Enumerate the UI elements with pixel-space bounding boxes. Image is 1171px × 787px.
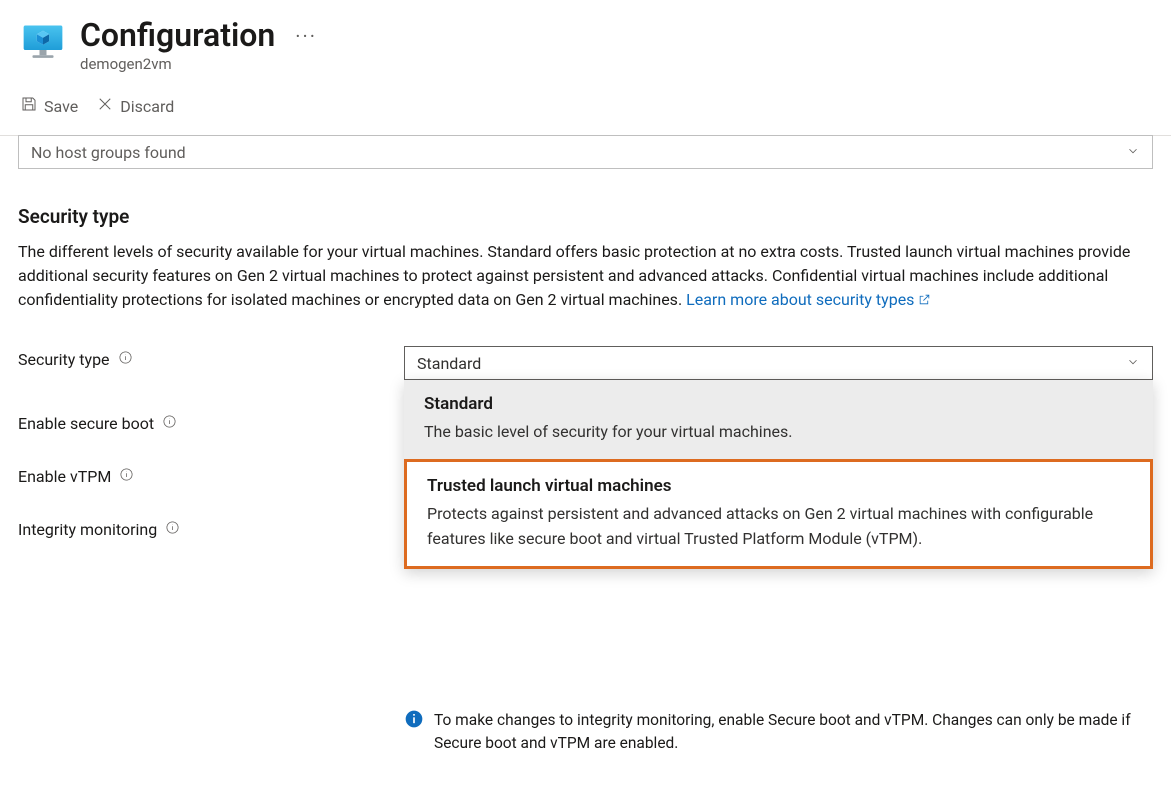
more-actions-button[interactable]: ···	[295, 24, 317, 48]
host-group-dropdown[interactable]: No host groups found	[18, 135, 1153, 169]
security-type-selected-value: Standard	[417, 354, 481, 373]
field-label-vtpm: Enable vTPM	[18, 463, 404, 486]
info-icon[interactable]	[165, 520, 180, 539]
page-title: Configuration	[80, 18, 275, 53]
integrity-monitoring-label-text: Integrity monitoring	[18, 520, 157, 539]
learn-more-link[interactable]: Learn more about security types	[686, 290, 931, 309]
security-form: Security type Standard Standard The basi…	[18, 346, 1153, 539]
secure-boot-label-text: Enable secure boot	[18, 414, 154, 433]
external-link-icon	[918, 290, 931, 309]
field-label-integrity-monitoring: Integrity monitoring	[18, 516, 404, 539]
host-group-dropdown-text: No host groups found	[31, 143, 186, 162]
vm-icon	[22, 22, 64, 64]
command-bar: Save Discard	[18, 91, 1153, 127]
security-type-dropdown-panel: Standard The basic level of security for…	[404, 380, 1153, 568]
page-header: Configuration ··· demogen2vm	[22, 18, 1153, 73]
section-description: The different levels of security availab…	[18, 240, 1153, 312]
save-icon	[20, 95, 38, 117]
info-icon[interactable]	[162, 414, 177, 433]
vtpm-label-text: Enable vTPM	[18, 467, 111, 486]
option-title: Trusted launch virtual machines	[427, 476, 1130, 496]
option-title: Standard	[424, 394, 1133, 414]
info-icon[interactable]	[119, 467, 134, 486]
security-type-option-standard[interactable]: Standard The basic level of security for…	[404, 380, 1153, 459]
section-description-text: The different levels of security availab…	[18, 242, 1130, 309]
info-icon[interactable]	[118, 350, 133, 369]
integrity-monitoring-info-callout: To make changes to integrity monitoring,…	[404, 709, 1144, 754]
callout-text: To make changes to integrity monitoring,…	[434, 709, 1144, 754]
info-filled-icon	[404, 709, 424, 733]
security-type-option-trusted-launch[interactable]: Trusted launch virtual machines Protects…	[404, 459, 1153, 569]
chevron-down-icon	[1126, 354, 1140, 373]
option-description: Protects against persistent and advanced…	[427, 502, 1130, 552]
save-button-label: Save	[44, 97, 78, 116]
field-label-security-type: Security type	[18, 346, 404, 369]
security-type-select[interactable]: Standard Standard The basic level of sec…	[404, 346, 1153, 380]
section-title-security-type: Security type	[18, 205, 1153, 228]
close-icon	[96, 95, 114, 117]
discard-button[interactable]: Discard	[96, 95, 174, 117]
resource-name: demogen2vm	[80, 55, 317, 73]
learn-more-link-text: Learn more about security types	[686, 290, 914, 309]
option-description: The basic level of security for your vir…	[424, 420, 1133, 445]
security-type-label-text: Security type	[18, 350, 110, 369]
field-label-secure-boot: Enable secure boot	[18, 410, 404, 433]
discard-button-label: Discard	[120, 97, 174, 116]
chevron-down-icon	[1126, 143, 1140, 162]
save-button[interactable]: Save	[20, 95, 78, 117]
